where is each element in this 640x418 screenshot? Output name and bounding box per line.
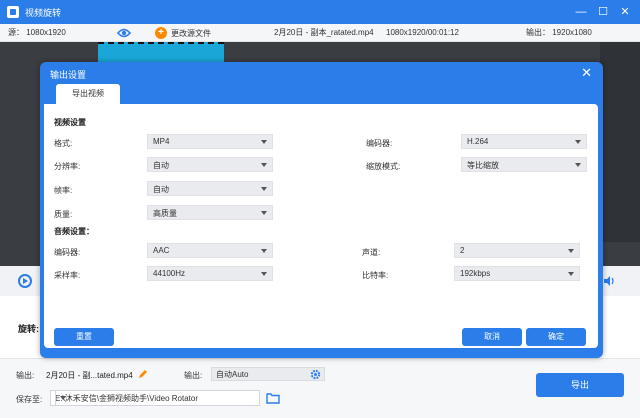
output-format-value: 自动Auto bbox=[216, 370, 249, 379]
plus-icon: + bbox=[155, 27, 167, 39]
format-value: MP4 bbox=[153, 137, 170, 146]
resolution-label: 分辨率: bbox=[54, 162, 81, 171]
rotate-label: 旋转: bbox=[18, 324, 39, 334]
maximize-button[interactable]: ☐ bbox=[594, 4, 612, 20]
channels-label: 声道: bbox=[362, 248, 381, 257]
output-file-name: 2月20日 - 副...tated.mp4 bbox=[46, 371, 133, 380]
change-source-button[interactable]: + 更改源文件 bbox=[155, 27, 211, 39]
chevron-down-icon bbox=[261, 187, 267, 191]
save-path-value: E:\沐禾安信\金狮视频助手\Video Rotator bbox=[55, 394, 198, 403]
channels-select[interactable]: 2 bbox=[454, 243, 580, 258]
output-format-field[interactable]: 自动Auto bbox=[211, 367, 325, 381]
filmstrip bbox=[98, 42, 224, 64]
output-info: 输出： 1920x1080 bbox=[526, 27, 592, 38]
window-controls: — ☐ ✕ bbox=[572, 4, 634, 20]
bitrate-select[interactable]: 192kbps bbox=[454, 266, 580, 281]
output-preview bbox=[600, 42, 640, 242]
audio-settings-heading: 音频设置： bbox=[54, 227, 94, 236]
bitrate-value: 192kbps bbox=[460, 269, 491, 278]
output-file-label: 输出: bbox=[16, 371, 35, 380]
chevron-down-icon[interactable] bbox=[55, 391, 71, 405]
audio-encoder-select[interactable]: AAC bbox=[147, 243, 273, 258]
bitrate-label: 比特率: bbox=[362, 271, 389, 280]
chevron-down-icon bbox=[261, 163, 267, 167]
eye-icon[interactable] bbox=[117, 27, 131, 39]
scale-mode-label: 缩放模式: bbox=[366, 162, 401, 171]
minimize-button[interactable]: — bbox=[572, 4, 590, 20]
chevron-down-icon bbox=[261, 272, 267, 276]
change-source-label: 更改源文件 bbox=[171, 28, 211, 38]
save-path-field[interactable]: E:\沐禾安信\金狮视频助手\Video Rotator bbox=[50, 390, 260, 406]
output-settings-dialog: 输出设置 ✕ 导出视频 视频设置 格式: MP4 分辨率: 自动 帧率: 自动 … bbox=[40, 62, 603, 358]
gear-icon[interactable] bbox=[310, 369, 321, 380]
quality-label: 质量: bbox=[54, 210, 73, 219]
dialog-title: 输出设置 bbox=[50, 70, 87, 80]
dialog-body: 视频设置 格式: MP4 分辨率: 自动 帧率: 自动 质量: 高质量 编码器:… bbox=[44, 104, 598, 348]
video-settings-heading: 视频设置 bbox=[54, 118, 86, 127]
cancel-button[interactable]: 取消 bbox=[462, 328, 522, 346]
source-resolution: 1080x1920 bbox=[26, 28, 66, 37]
audio-encoder-label: 编码器: bbox=[54, 248, 81, 257]
resolution-value: 自动 bbox=[153, 161, 169, 170]
source-info: 源： 1080x1920 bbox=[8, 27, 66, 38]
source-file-name: 2月20日 - 副本_ratated.mp4 bbox=[274, 28, 374, 37]
chevron-down-icon bbox=[261, 140, 267, 144]
close-icon[interactable]: ✕ bbox=[581, 65, 592, 81]
chevron-down-icon bbox=[568, 272, 574, 276]
play-icon[interactable] bbox=[18, 274, 32, 288]
video-encoder-label: 编码器: bbox=[366, 139, 393, 148]
resolution-select[interactable]: 自动 bbox=[147, 157, 273, 172]
save-path-label: 保存至: bbox=[16, 395, 43, 404]
format-select[interactable]: MP4 bbox=[147, 134, 273, 149]
chevron-down-icon bbox=[568, 249, 574, 253]
framerate-value: 自动 bbox=[153, 185, 169, 194]
audio-encoder-value: AAC bbox=[153, 246, 170, 255]
chevron-down-icon bbox=[261, 249, 267, 253]
pencil-icon[interactable] bbox=[138, 369, 148, 379]
bottom-panel: 输出: 2月20日 - 副...tated.mp4 输出: 自动Auto 保存至… bbox=[0, 358, 640, 418]
video-encoder-value: H.264 bbox=[467, 137, 489, 146]
output-resolution: 1920x1080 bbox=[552, 28, 592, 37]
export-button[interactable]: 导出 bbox=[536, 373, 624, 397]
title-bar: 视频旋转 — ☐ ✕ bbox=[0, 0, 640, 24]
info-bar: 源： 1080x1920 + 更改源文件 2月20日 - 副本_ratated.… bbox=[0, 24, 640, 42]
ok-button[interactable]: 确定 bbox=[526, 328, 586, 346]
reset-button[interactable]: 重置 bbox=[54, 328, 114, 346]
output-format-label: 输出: bbox=[184, 371, 203, 380]
window-title: 视频旋转 bbox=[25, 7, 62, 18]
chevron-down-icon bbox=[575, 163, 581, 167]
format-label: 格式: bbox=[54, 139, 73, 148]
folder-icon[interactable] bbox=[266, 392, 280, 404]
quality-value: 高质量 bbox=[153, 209, 177, 218]
close-button[interactable]: ✕ bbox=[616, 4, 634, 20]
app-icon bbox=[7, 6, 19, 18]
scale-mode-select[interactable]: 等比缩放 bbox=[461, 157, 587, 172]
sample-rate-value: 44100Hz bbox=[153, 269, 186, 278]
tab-export-video[interactable]: 导出视频 bbox=[56, 84, 120, 104]
framerate-select[interactable]: 自动 bbox=[147, 181, 273, 196]
channels-value: 2 bbox=[460, 246, 465, 255]
sample-rate-label: 采样率: bbox=[54, 271, 81, 280]
source-dimensions: 1080x1920/00:01:12 bbox=[386, 28, 459, 37]
scale-mode-value: 等比缩放 bbox=[467, 161, 499, 170]
chevron-down-icon bbox=[261, 211, 267, 215]
video-encoder-select[interactable]: H.264 bbox=[461, 134, 587, 149]
sample-rate-select[interactable]: 44100Hz bbox=[147, 266, 273, 281]
framerate-label: 帧率: bbox=[54, 186, 73, 195]
quality-select[interactable]: 高质量 bbox=[147, 205, 273, 220]
chevron-down-icon bbox=[575, 140, 581, 144]
source-label: 源： bbox=[8, 28, 24, 37]
volume-icon[interactable] bbox=[603, 275, 615, 287]
output-label: 输出： bbox=[526, 28, 550, 37]
